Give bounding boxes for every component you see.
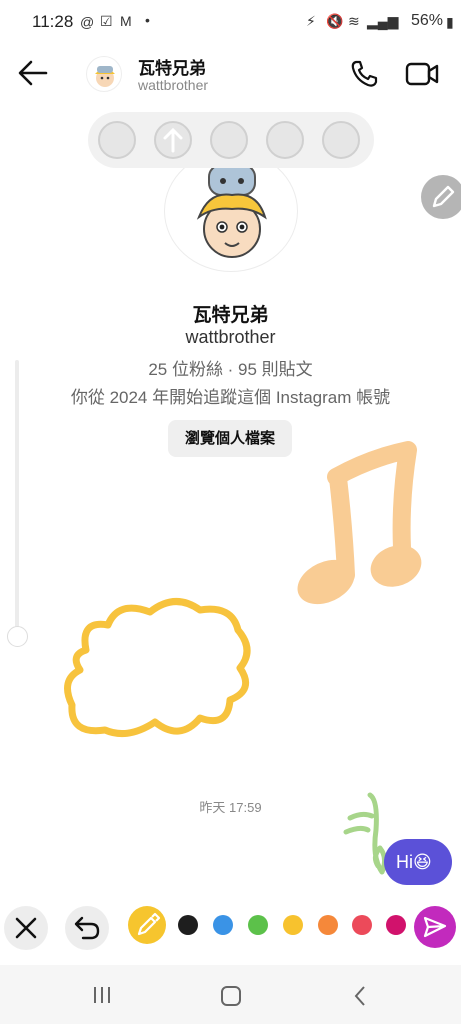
color-swatch-red[interactable]: [352, 915, 372, 935]
checkbox-icon: ☑: [100, 13, 113, 29]
avatar[interactable]: [86, 56, 122, 92]
clock: 11:28: [32, 12, 74, 31]
pen-brush-icon[interactable]: [98, 121, 136, 159]
message-timestamp: 昨天 17:59: [199, 800, 262, 815]
brush-size-slider[interactable]: [15, 360, 19, 638]
color-swatch-orange[interactable]: [318, 915, 338, 935]
color-swatch-black[interactable]: [178, 915, 198, 935]
contact-handle[interactable]: wattbrother: [138, 77, 208, 93]
color-swatch-blue[interactable]: [213, 915, 233, 935]
signal-icon: ▂▄▆: [367, 13, 399, 29]
profile-avatar[interactable]: [164, 150, 298, 272]
profile-stats: 25 位粉絲 · 95 則貼文: [148, 360, 313, 379]
doodle-canvas[interactable]: [0, 400, 461, 900]
phone-icon[interactable]: [348, 58, 380, 90]
marker-brush-icon[interactable]: [210, 121, 248, 159]
wifi-icon: ≋: [348, 13, 360, 29]
recent-apps-icon[interactable]: [91, 985, 113, 1005]
undo-icon[interactable]: [65, 906, 109, 950]
color-swatch-green[interactable]: [248, 915, 268, 935]
system-nav-bar: [0, 965, 461, 1024]
brush-size-knob[interactable]: [7, 626, 28, 647]
pencil-icon[interactable]: [421, 175, 461, 219]
send-icon[interactable]: [414, 906, 456, 948]
brush-selector: [88, 112, 374, 168]
video-camera-icon[interactable]: [404, 58, 440, 90]
close-icon[interactable]: [4, 906, 48, 950]
follow-since-text: 你從 2024 年開始追蹤這個 Instagram 帳號: [70, 388, 391, 407]
music-note-doodle: [297, 441, 422, 605]
profile-handle: wattbrother: [185, 327, 276, 347]
profile-name: 瓦特兄弟: [192, 305, 269, 326]
eyedropper-icon[interactable]: [128, 906, 166, 944]
battery-icon: ▮: [446, 14, 454, 30]
mute-icon: 🔇: [326, 13, 344, 29]
gmail-icon: M: [120, 13, 132, 29]
status-bar: 11:28 @ ☑ M • ⚡ 🔇 ≋ ▂▄▆ 56% ▮: [0, 0, 461, 44]
glow-brush-icon[interactable]: [266, 121, 304, 159]
system-back-icon[interactable]: [352, 985, 368, 1007]
cloud-doodle: [64, 598, 251, 738]
dot-icon: •: [145, 12, 150, 28]
arrow-brush-icon[interactable]: [154, 121, 192, 159]
color-swatch-magenta[interactable]: [386, 915, 406, 935]
battery-level: 56%: [410, 12, 443, 29]
contact-name[interactable]: 瓦特兄弟: [138, 54, 206, 79]
back-arrow-icon[interactable]: [16, 58, 50, 88]
threads-icon: @: [80, 14, 95, 30]
view-profile-button[interactable]: 瀏覽個人檔案: [168, 420, 292, 457]
nfc-icon: ⚡: [306, 13, 316, 29]
sent-message-bubble[interactable]: Hi😆: [384, 839, 452, 885]
eraser-brush-icon[interactable]: [322, 121, 360, 159]
home-icon[interactable]: [220, 985, 242, 1007]
color-swatch-yellow[interactable]: [283, 915, 303, 935]
